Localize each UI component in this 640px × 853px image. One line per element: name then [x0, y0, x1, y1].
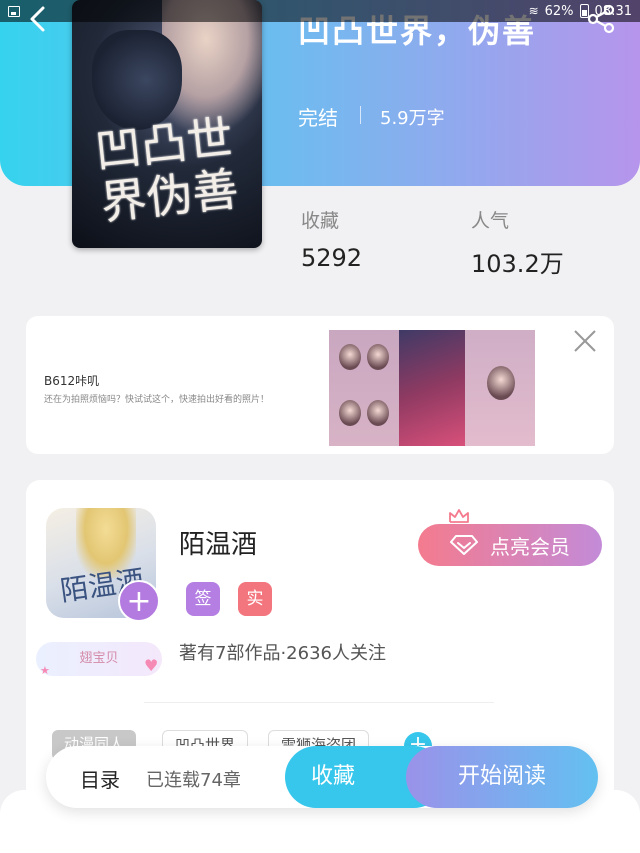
- favorites-label: 收藏: [301, 210, 340, 232]
- status-bar: ≋ 62% 08:31: [0, 0, 640, 22]
- ad-face-thumb: [339, 344, 361, 370]
- diamond-icon: [450, 535, 478, 555]
- author-name[interactable]: 陌温酒: [179, 524, 257, 561]
- bottom-action-bar: 目录 已连载74章 收藏 开始阅读: [46, 746, 598, 808]
- ad-description: 还在为拍照烦恼吗？快试试这个，快速拍出好看的照片！: [44, 395, 270, 405]
- ad-banner[interactable]: B612咔叽 还在为拍照烦恼吗？快试试这个，快速拍出好看的照片！: [26, 316, 614, 454]
- gallery-icon: [8, 5, 20, 17]
- ad-close-button[interactable]: [572, 328, 598, 354]
- cover-title-art: 凹凸世界伪善: [92, 110, 241, 230]
- vip-button-label: 点亮会员: [490, 534, 570, 559]
- share-button[interactable]: [584, 2, 618, 36]
- vip-button[interactable]: 点亮会员: [418, 524, 602, 566]
- crown-icon: [449, 509, 469, 523]
- star-icon: ★: [40, 664, 50, 677]
- ad-title: B612咔叽: [44, 374, 100, 388]
- author-stats: 著有7部作品·2636人关注: [179, 643, 386, 664]
- heart-icon: ♥: [144, 656, 159, 675]
- wifi-icon: ≋: [528, 4, 539, 18]
- ad-phone-screen: [399, 330, 465, 446]
- ad-face-thumb: [339, 400, 361, 426]
- popularity-label: 人气: [471, 210, 510, 232]
- ad-face-thumb: [367, 344, 389, 370]
- favorites-value: 5292: [301, 244, 363, 272]
- close-icon: [574, 330, 596, 352]
- book-cover[interactable]: 凹凸世界伪善: [72, 0, 262, 248]
- ad-face-thumb: [367, 400, 389, 426]
- follow-author-button[interactable]: +: [118, 580, 160, 622]
- meta-divider: [360, 106, 361, 124]
- catalog-button[interactable]: 目录: [80, 764, 120, 793]
- ad-portrait: [465, 330, 535, 446]
- popularity-value: 103.2万: [471, 250, 564, 278]
- cover-art-figure: [92, 30, 182, 130]
- verified-badge: 实: [238, 582, 272, 616]
- back-button[interactable]: [22, 4, 52, 34]
- ad-face-thumb: [487, 366, 515, 400]
- ad-image: [329, 330, 535, 446]
- signed-badge: 签: [186, 582, 220, 616]
- chevron-left-icon: [30, 6, 45, 32]
- ad-photo-grid: [329, 330, 399, 446]
- share-icon: [587, 4, 615, 34]
- book-status: 完结: [298, 106, 338, 130]
- battery-percent: 62%: [544, 3, 574, 19]
- serial-status[interactable]: 已连载74章: [146, 766, 241, 792]
- divider: [144, 702, 494, 703]
- book-word-count: 5.9万字: [380, 108, 445, 129]
- start-reading-button[interactable]: 开始阅读: [406, 746, 598, 808]
